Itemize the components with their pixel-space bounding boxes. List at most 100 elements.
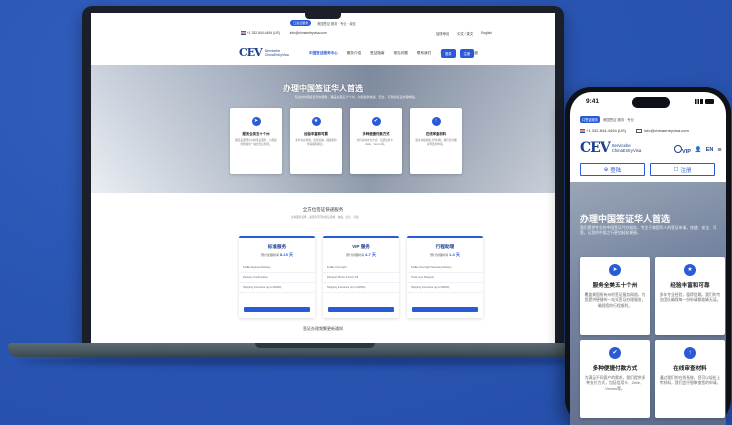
plan-title: VIP 服务 (352, 244, 370, 249)
shield-icon: ✔ (609, 347, 621, 359)
laptop-phone-link[interactable]: +1 332-844-4494 (US) (241, 31, 280, 35)
plan-feature: Shipping Insurance (up to $1500) (323, 283, 399, 293)
status-time: 9:41 (586, 98, 600, 105)
feature-card-desc: 支持多种支付方式，包括信用卡、Zelle、Venmo等。 (356, 139, 396, 146)
vip-badge-icon (674, 145, 682, 153)
phone-logo[interactable]: CEV Servicebe ChinaEntryVisa (580, 140, 641, 156)
laptop-topbar-badge: 口签证服务 (290, 20, 312, 26)
logo-mark: CEV (239, 46, 263, 59)
laptop-lang-zh[interactable]: 中文 / 英文 (457, 31, 473, 36)
plan-select-button[interactable] (412, 307, 478, 312)
plan-select-button[interactable] (328, 307, 394, 312)
menu-item-services[interactable]: 服务介绍 (347, 51, 361, 56)
plan-card-itinerary: 行程助理 预计处理时间 1-3 天 FedEx Overnight Saturd… (407, 236, 483, 318)
menu-item-visa-center[interactable]: 中国签证服务中心 (309, 51, 338, 56)
feature-card-desc: 覆盖美国所有州的签证服务网络，为您提供便捷的一站式签证办理服务，确保您的行程顺利… (584, 293, 646, 308)
login-icon: ⊕ (603, 166, 609, 173)
plan-subtitle: 预计处理时间 1-3 天 (430, 252, 460, 257)
feature-card-desc: 为满足不同客户的需求，我们提供多种支付方式，包括信用卡、Zelle、Venmo等… (584, 376, 646, 391)
logo-mark: CEV (580, 140, 611, 156)
feature-card-desc: 通过我们的在线系统，您可以轻松上传材料，我们会仔细审查您的申请。 (659, 376, 721, 386)
laptop-feature-cards: ➤ 服务全美五十个州 覆盖美国所有州的签证服务，为您提供便捷的一站式签证办理。 … (230, 108, 462, 174)
laptop-lang-en[interactable]: English (481, 31, 492, 36)
dynamic-island (632, 97, 670, 108)
laptop-auth-buttons: 登录 注册 (441, 49, 475, 58)
laptop-hero-subtitle: 专业的中国签证代办服务，覆盖全美五十个州，为您提供快捷、安全、可靠的签证办理体验… (294, 95, 418, 99)
menu-item-contact[interactable]: 联系我们 (417, 51, 431, 56)
feature-card-desc: 覆盖美国所有州的签证服务，为您提供便捷的一站式签证办理。 (235, 139, 277, 146)
phone-phone-link[interactable]: +1 332-844-4494 (US) (580, 128, 626, 133)
phone-hero-subtitle: 我们提供专业的中国签证代办服务，专注于美国华人的签证申请，快速、安全、可靠，让您… (580, 226, 717, 236)
feature-card[interactable]: ★ 经验丰富和可靠 多年专业经验，值得信赖，确保您的申请顺利通过。 (290, 108, 342, 174)
rocket-icon: ➤ (251, 117, 261, 126)
plan-select-button[interactable] (244, 307, 310, 312)
laptop-logo[interactable]: CEV Servicebe ChinaEntryVisa (239, 46, 289, 59)
laptop-section-title: 全方位签证快递服务 (302, 207, 344, 212)
phone-screen: 9:41 口签证服务 美国签证 服务 · 专业 +1 332-844-4494 … (570, 92, 726, 425)
laptop-register-button[interactable]: 注册 (459, 49, 475, 58)
menu-item-guide[interactable]: 签证指南 (370, 51, 384, 56)
feature-card-title: 在线审查材料 (425, 132, 447, 136)
feature-card[interactable]: ★ 经验丰富和可靠 多年专业经验，值得信赖。我们的专业团队确保每一份申请都准确无… (655, 257, 725, 335)
phone-topbar-badge: 口签证服务 (580, 115, 600, 123)
feature-card-title: 经验丰富和可靠 (304, 132, 328, 136)
plan-feature: Shipping Insurance (up to $1000) (239, 283, 315, 293)
phone-topbar-text: 美国签证 服务 · 专业 (602, 117, 635, 122)
mail-icon (636, 128, 643, 133)
laptop-section-subtitle: 多种服务选择，满足您不同的签证需求，快速、安全、可靠。 (290, 216, 362, 219)
phone-auth-buttons: ⊕ 登陆 ☐ 注册 (580, 163, 715, 176)
laptop-quick-apply-link[interactable]: 加快申请 (436, 31, 449, 36)
plan-feature: FedEx Express Delivery (239, 263, 315, 273)
phone-hero-title: 办理中国签证华人首选 (580, 214, 671, 224)
plan-card-standard: 标准服务 预计处理时间 8-15 天 FedEx Express Deliver… (239, 236, 315, 318)
plan-title: 标准服务 (267, 244, 287, 249)
upload-icon: ↑ (684, 347, 696, 359)
laptop-footer-title: 签证办理频繁更新通知 (303, 326, 343, 331)
phone-email-text: info@chinaentryvisa.com (644, 128, 689, 133)
battery-icon (705, 99, 714, 104)
feature-card[interactable]: ↑ 在线审查材料 通过我们的在线系统，您可以轻松上传材料，我们会仔细审查您的申请… (655, 340, 725, 418)
phone-topbar: 口签证服务 美国签证 服务 · 专业 (570, 114, 726, 124)
shield-icon: ✔ (371, 117, 381, 126)
language-toggle[interactable]: EN (706, 147, 714, 153)
feature-card[interactable]: ➤ 服务全美五十个州 覆盖美国所有州的签证服务，为您提供便捷的一站式签证办理。 (230, 108, 282, 174)
menu-item-faq[interactable]: 常见问题 (394, 51, 408, 56)
feature-card[interactable]: ↑ 在线审查材料 通过在线系统上传材料，我们会仔细审查您的申请。 (410, 108, 462, 174)
logo-name: Servicebe ChinaEntryVisa (264, 48, 289, 57)
menu-icon[interactable]: ≡ (717, 147, 721, 154)
feature-card-title: 在线审查材料 (673, 366, 707, 372)
feature-card-title: 服务全美五十个州 (592, 283, 638, 289)
us-flag-icon (580, 129, 585, 133)
laptop-email-link[interactable]: info@chinaentryvisa.com (290, 31, 327, 35)
medal-icon: ★ (311, 117, 321, 126)
feature-card[interactable]: ➤ 服务全美五十个州 覆盖美国所有州的签证服务网络，为您提供便捷的一站式签证办理… (580, 257, 650, 335)
vip-link[interactable]: VIP (674, 145, 691, 155)
phone-email-link[interactable]: info@chinaentryvisa.com (636, 128, 689, 133)
phone-phone-text: +1 332-844-4494 (US) (586, 128, 627, 133)
phone-nav-right: VIP 👤 EN ≡ (674, 145, 721, 155)
feature-card-desc: 通过在线系统上传材料，我们会仔细审查您的申请。 (415, 139, 457, 146)
feature-card-desc: 多年专业经验，值得信赖。我们的专业团队确保每一份申请都准确无误。 (659, 293, 721, 303)
us-flag-icon (241, 31, 246, 35)
plan-feature: Delivery Confirmation (239, 273, 315, 283)
plan-feature: Shipping Insurance (up to $2500) (407, 283, 483, 293)
feature-card[interactable]: ✔ 多种便捷付款方式 为满足不同客户的需求，我们提供多种支付方式，包括信用卡、Z… (580, 340, 650, 418)
rocket-icon: ➤ (609, 264, 621, 276)
user-icon[interactable]: 👤 (695, 147, 702, 153)
feature-card-title: 服务全美五十个州 (242, 132, 270, 136)
feature-card-title: 多种便捷付款方式 (362, 132, 390, 136)
laptop-login-button[interactable]: 登录 (441, 49, 456, 58)
laptop-screen: 口签证服务 美国签证 服务 · 专业 · 诚信 +1 332-844-4494 … (91, 13, 555, 343)
laptop-topbar: 口签证服务 美国签证 服务 · 专业 · 诚信 (91, 17, 555, 29)
phone-contact: +1 332-844-4494 (US) info@chinaentryvisa… (580, 128, 689, 133)
feature-card[interactable]: ✔ 多种便捷付款方式 支持多种支付方式，包括信用卡、Zelle、Venmo等。 (350, 108, 402, 174)
phone-register-button[interactable]: ☐ 注册 (650, 163, 715, 176)
laptop-navbar: CEV Servicebe ChinaEntryVisa 中国签证服务中心 服务介… (91, 43, 555, 65)
laptop-contact-right: 加快申请 中文 / 英文 English (436, 31, 492, 36)
plan-title: 行程助理 (435, 244, 455, 249)
plan-subtitle: 预计处理时间 4-7 天 (346, 252, 376, 257)
feature-card-title: 经验丰富和可靠 (670, 283, 710, 289)
plan-feature: FedEx Overnight (323, 263, 399, 273)
phone-login-button[interactable]: ⊕ 登陆 (580, 163, 645, 176)
laptop-phone-text: +1 332-844-4494 (US) (246, 31, 280, 35)
